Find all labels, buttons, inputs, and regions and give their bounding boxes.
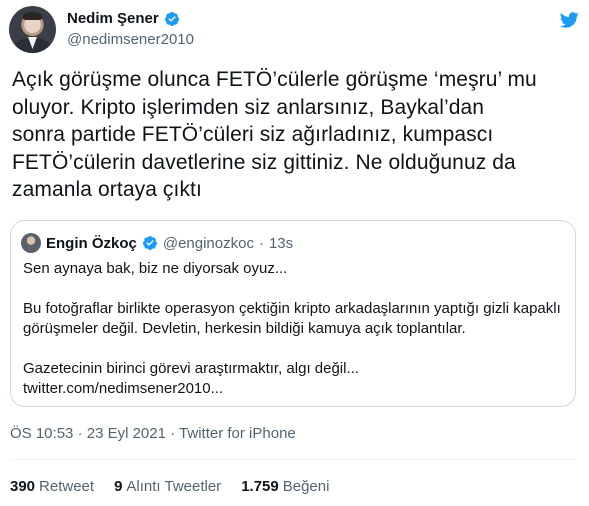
tweet-text: Açık görüşme olunca FETÖ’cülerle görüşme… [12,66,582,204]
author-display-name[interactable]: Nedim Şener [67,10,159,27]
retweets-stat[interactable]: 390 Retweet [10,478,94,495]
quoted-tweet-card[interactable]: Engin Özkoç @enginozkoc · 13s Sen aynaya… [10,220,576,407]
tweet-source[interactable]: Twitter for iPhone [179,425,296,442]
quoted-paragraph: Sen aynaya bak, biz ne diyorsak oyuz... [23,260,288,277]
likes-label: Beğeni [282,478,330,495]
tweet-meta: ÖS 10:53 · 23 Eyl 2021 · Twitter for iPh… [10,425,296,442]
verified-badge-icon [142,236,157,250]
quoted-separator: · [258,234,264,252]
quoted-author-avatar [21,233,41,253]
quoted-author-handle: @enginozkoc [162,234,254,252]
retweets-count: 390 [10,478,36,495]
quoted-tweet-body: Sen aynaya bak, biz ne diyorsak oyuz... … [23,259,568,399]
tweet-text-line: FETÖ’cülerin davetlerine siz gittiniz. N… [12,150,516,174]
quoted-time: 13s [268,234,294,252]
verified-badge-icon [164,11,179,26]
quoted-paragraph: görüşmeler değil. Devletin, herkesin bil… [23,320,466,337]
quoted-tweet-header: Engin Özkoç @enginozkoc · 13s [21,233,293,253]
divider [10,459,576,460]
author-handle[interactable]: @nedimsener2010 [67,31,194,48]
tweet-text-line: oluyor. Kripto işlerimden siz anlarsınız… [12,95,485,119]
quoted-paragraph: Bu fotoğraflar birlikte operasyon çektiğ… [23,300,561,317]
quote-tweets-count: 9 [114,478,123,495]
quoted-paragraph: Gazetecinin birinci görevi araştırmaktır… [23,360,359,377]
meta-separator: · [170,425,176,442]
quote-tweets-label: Alıntı Tweetler [126,478,222,495]
tweet-date[interactable]: 23 Eyl 2021 [87,425,166,442]
tweet-header: Nedim Şener @nedimsener2010 [9,6,580,53]
tweet-text-line: zamanla ortaya çıktı [12,178,202,201]
tweet-time[interactable]: ÖS 10:53 [10,425,73,442]
tweet-text-line: sonra partide FETÖ’cüleri siz ağırladını… [12,123,494,146]
likes-count: 1.759 [241,478,279,495]
author-avatar[interactable] [9,6,56,53]
avatar-hair [23,12,42,20]
twitter-bird-icon[interactable] [558,10,580,30]
tweet-stats: 390 Retweet 9 Alıntı Tweetler 1.759 Beğeni [10,478,329,495]
tweet-text-line: Açık görüşme olunca FETÖ’cülerle görüşme… [12,68,537,91]
retweets-label: Retweet [39,478,95,495]
quoted-author-name: Engin Özkoç [46,234,137,252]
quote-tweets-stat[interactable]: 9 Alıntı Tweetler [114,478,221,495]
meta-separator: · [77,425,83,442]
likes-stat[interactable]: 1.759 Beğeni [241,478,329,495]
author-name-row: Nedim Şener [67,10,180,27]
quoted-link[interactable]: twitter.com/nedimsener2010... [23,379,568,399]
